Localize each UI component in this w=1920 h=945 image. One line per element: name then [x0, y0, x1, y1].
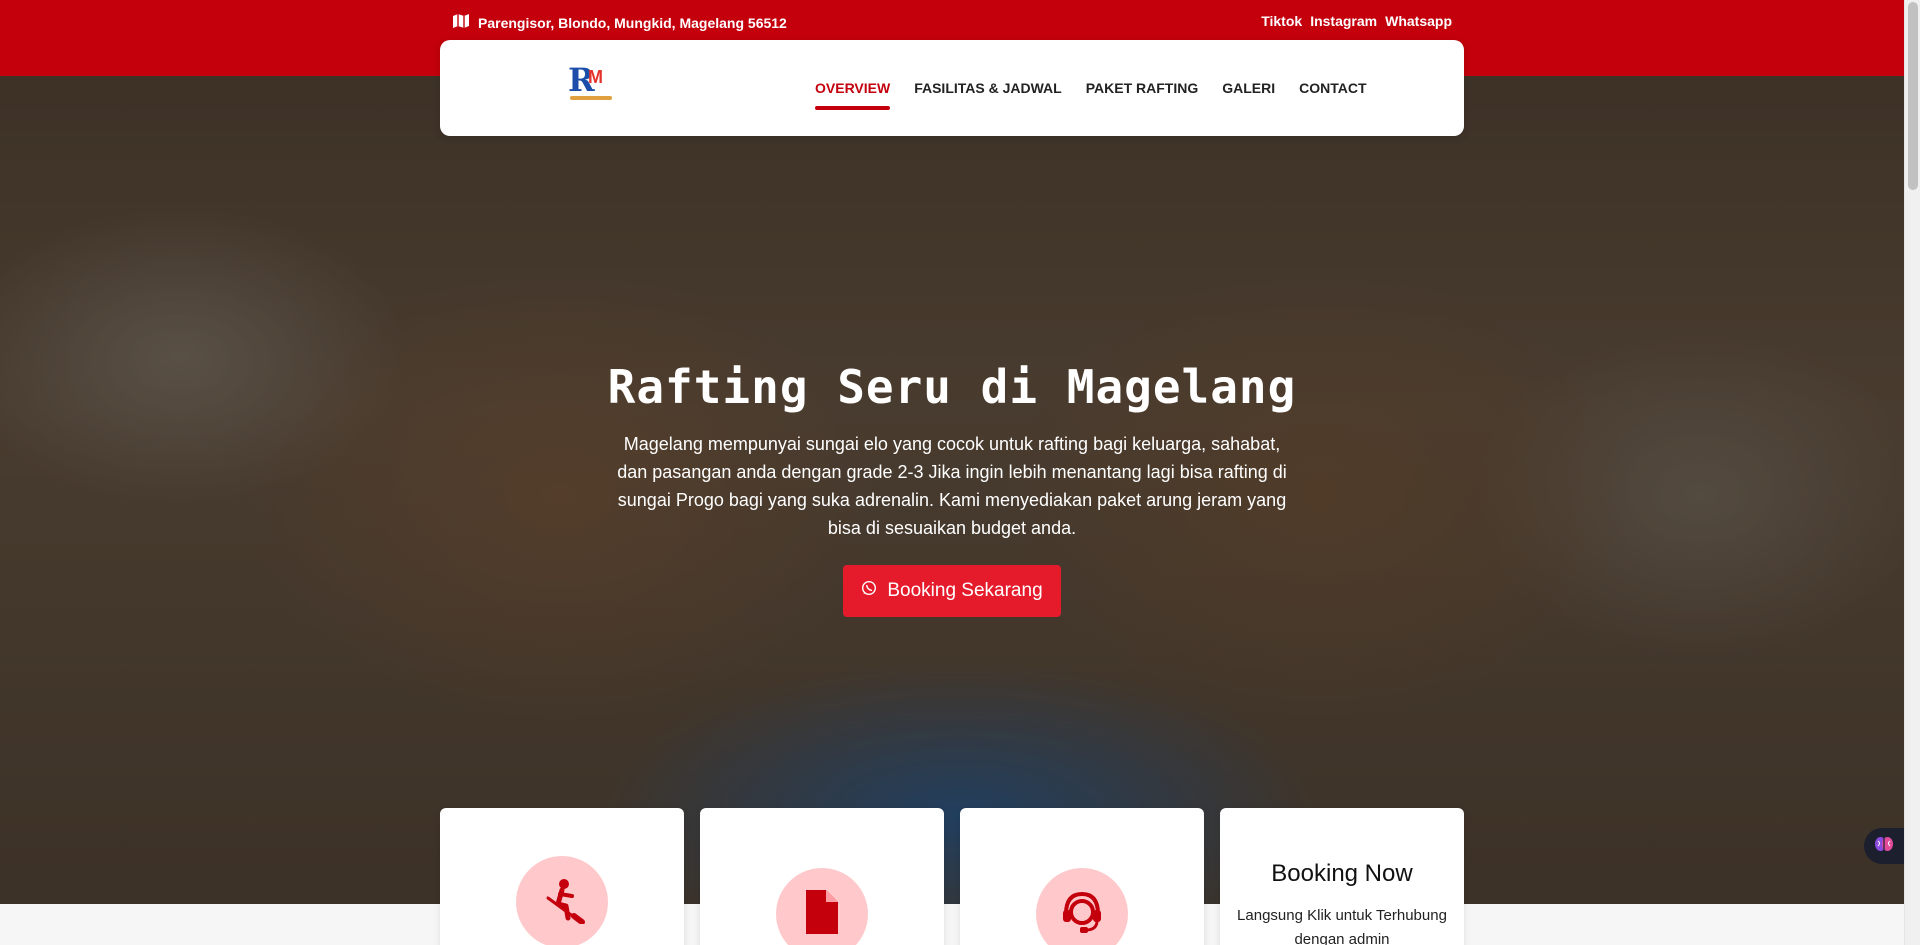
social-links: Tiktok Instagram Whatsapp — [1261, 13, 1452, 29]
address: Parengisor, Blondo, Mungkid, Magelang 56… — [452, 13, 787, 32]
whatsapp-icon — [861, 580, 877, 602]
booking-sekarang-label: Booking Sekarang — [887, 580, 1043, 601]
nav-overview[interactable]: OVERVIEW — [815, 74, 891, 110]
whatsapp-link[interactable]: Whatsapp — [1385, 13, 1452, 29]
logo-underline — [570, 96, 612, 100]
nav-paket-rafting[interactable]: PAKET RAFTING — [1086, 74, 1199, 102]
document-icon-circle — [776, 868, 868, 945]
rafting-icon-circle — [516, 856, 608, 945]
rafting-icon — [538, 876, 586, 929]
booking-now-title: Booking Now — [1271, 860, 1413, 887]
nav-menu: OVERVIEW FASILITAS & JADWAL PAKET RAFTIN… — [815, 40, 1367, 136]
page-scrollbar[interactable] — [1904, 0, 1920, 945]
document-icon — [802, 888, 842, 941]
feature-card-support — [960, 808, 1204, 945]
booking-now-card[interactable]: Booking Now Langsung Klik untuk Terhubun… — [1220, 808, 1464, 945]
hero-description: Magelang mempunyai sungai elo yang cocok… — [617, 434, 1287, 538]
map-icon — [452, 13, 470, 32]
tiktok-link[interactable]: Tiktok — [1261, 13, 1302, 29]
feature-card-rafting — [440, 808, 684, 945]
floating-widget-button[interactable] — [1864, 828, 1904, 864]
nav-contact[interactable]: CONTACT — [1299, 74, 1366, 102]
main-navbar: R M OVERVIEW FASILITAS & JADWAL PAKET RA… — [440, 40, 1464, 136]
nav-galeri[interactable]: GALERI — [1222, 74, 1275, 102]
logo-letter-m: M — [588, 67, 603, 87]
address-text: Parengisor, Blondo, Mungkid, Magelang 56… — [478, 14, 787, 31]
feature-card-document — [700, 808, 944, 945]
scrollbar-thumb[interactable] — [1908, 2, 1918, 190]
brain-icon — [1874, 835, 1894, 858]
hero-title: Rafting Seru di Magelang — [607, 360, 1297, 414]
booking-sekarang-button[interactable]: Booking Sekarang — [843, 565, 1061, 617]
nav-fasilitas-jadwal[interactable]: FASILITAS & JADWAL — [914, 74, 1062, 102]
headset-support-icon — [1058, 888, 1106, 941]
booking-now-text: Langsung Klik untuk Terhubung dengan adm… — [1237, 907, 1447, 945]
instagram-link[interactable]: Instagram — [1310, 13, 1377, 29]
support-icon-circle — [1036, 868, 1128, 945]
site-logo[interactable]: R M — [568, 64, 614, 104]
